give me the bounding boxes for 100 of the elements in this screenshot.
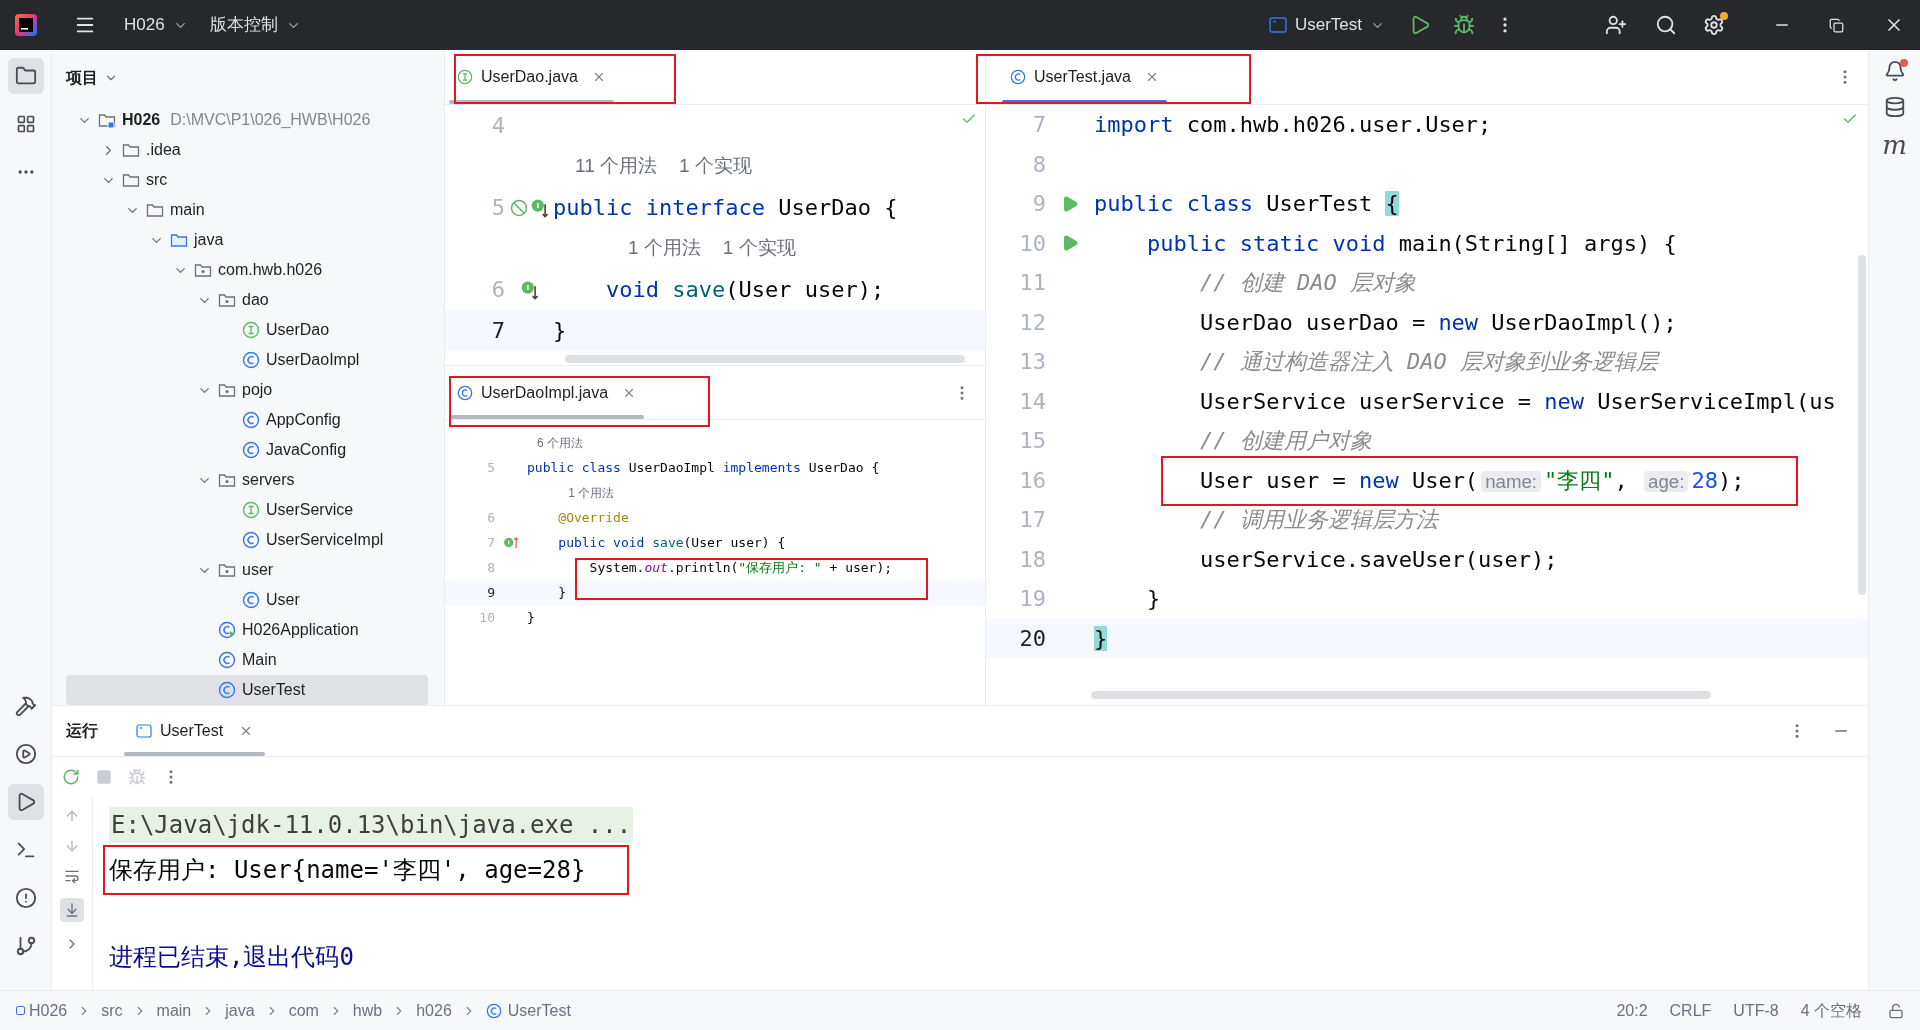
problems-icon[interactable]: [14, 887, 37, 909]
code-line: import com.hwb.h026.user.User;: [1094, 111, 1492, 140]
usage-hint[interactable]: 1 个用法: [568, 483, 615, 502]
class-icon: [218, 651, 236, 669]
line-number: 17: [1018, 506, 1046, 535]
add-user-icon[interactable]: [1605, 14, 1627, 36]
editor-tab[interactable]: UserDaoImpl.java: [445, 366, 649, 419]
tree-item[interactable]: src: [66, 165, 428, 195]
tree-item[interactable]: H026 D:\MVC\P1\026_HWB\H026: [66, 105, 428, 135]
database-icon[interactable]: [1883, 96, 1906, 118]
tree-item[interactable]: UserDao: [66, 315, 428, 345]
breadcrumb[interactable]: java: [225, 998, 255, 1023]
code-line: }: [527, 608, 535, 627]
wrap-icon[interactable]: [64, 868, 80, 884]
line-number: 13: [1018, 348, 1046, 377]
scroll-to-end-icon[interactable]: [64, 902, 80, 918]
implements-icon[interactable]: [502, 536, 520, 549]
notifications-icon[interactable]: [1883, 60, 1906, 82]
folder-icon[interactable]: [14, 65, 37, 87]
project-dropdown[interactable]: H026: [124, 12, 188, 38]
line-number: 9: [486, 583, 495, 602]
git-branch-icon[interactable]: [14, 935, 37, 957]
editor-tab[interactable]: UserDao.java: [445, 50, 618, 104]
tree-item[interactable]: dao: [66, 285, 428, 315]
package-icon: [194, 261, 212, 279]
tree-item[interactable]: H026Application: [66, 615, 428, 645]
tree-item[interactable]: Main: [66, 645, 428, 675]
run-tab[interactable]: UserTest: [124, 706, 266, 756]
maven-label[interactable]: m: [1882, 132, 1907, 158]
restore-icon[interactable]: [1829, 17, 1844, 33]
usage-hint[interactable]: 1 个实现: [679, 152, 752, 181]
folder-icon: [122, 141, 140, 159]
breadcrumb[interactable]: UserTest: [507, 998, 571, 1023]
line-number: 10: [1018, 229, 1046, 258]
scrollbar[interactable]: [1091, 691, 1711, 699]
breadcrumb[interactable]: h026: [416, 998, 452, 1023]
code-line: public static void main(String[] args) {: [1145, 229, 1677, 258]
window-icon: [1268, 17, 1287, 33]
implemented-icon[interactable]: [530, 196, 548, 219]
line-number: 7: [490, 317, 505, 345]
code-line: User user = new User( name: "李四", age: 28);: [1198, 466, 1745, 495]
tree-item[interactable]: com.hwb.h026: [66, 255, 428, 285]
tree-item[interactable]: User: [66, 585, 428, 615]
code-line: public class UserTest {: [1094, 190, 1399, 219]
tree-item[interactable]: .idea: [66, 135, 428, 165]
class-icon: [1010, 69, 1026, 85]
breadcrumb[interactable]: src: [101, 998, 123, 1023]
usage-hint[interactable]: 11 个用法: [575, 152, 657, 181]
tree-item[interactable]: user: [66, 555, 428, 585]
editor-tab[interactable]: UserTest.java: [998, 50, 1171, 104]
status-item[interactable]: 4 个空格: [1800, 998, 1862, 1023]
usage-hint[interactable]: 6 个用法: [537, 433, 583, 452]
code-line: UserService userService = new UserServiceImpl(us: [1198, 387, 1836, 416]
structure-icon[interactable]: [15, 114, 36, 134]
line-number: 19: [1018, 585, 1046, 614]
tree-item[interactable]: UserDaoImpl: [66, 345, 428, 375]
tree-item[interactable]: JavaConfig: [66, 435, 428, 465]
run-config-dropdown[interactable]: UserTest: [1268, 12, 1385, 38]
status-item[interactable]: 20:2: [1616, 998, 1648, 1023]
line-number: 5: [490, 194, 505, 222]
code-line: public void save(User user) {: [557, 533, 786, 552]
package-icon: [218, 471, 236, 489]
panel-title[interactable]: 项目: [66, 65, 98, 90]
tree-item[interactable]: AppConfig: [66, 405, 428, 435]
panel-title: 运行: [66, 721, 98, 741]
breadcrumb[interactable]: com: [288, 998, 319, 1023]
services-icon[interactable]: [14, 743, 37, 765]
status-item[interactable]: UTF-8: [1733, 998, 1779, 1023]
settings-icon[interactable]: [1703, 14, 1725, 36]
usage-hint[interactable]: 1 个用法: [628, 234, 701, 263]
tree-item[interactable]: main: [66, 195, 428, 225]
folder-icon: [170, 231, 188, 249]
tree-item[interactable]: pojo: [66, 375, 428, 405]
folder-icon: [122, 171, 140, 189]
tree-item[interactable]: UserTest: [66, 675, 428, 705]
breadcrumb[interactable]: main: [156, 998, 192, 1023]
class-icon: [242, 411, 260, 429]
usage-hint[interactable]: 1 个实现: [722, 234, 796, 263]
line-number: 6: [486, 508, 495, 527]
lock-open-icon[interactable]: [1888, 1002, 1904, 1019]
search-icon[interactable]: [1655, 14, 1677, 36]
breadcrumb[interactable]: H026: [29, 998, 68, 1023]
tree-item[interactable]: servers: [66, 465, 428, 495]
code-line: System.out.println("保存用户: " + user);: [588, 558, 893, 577]
tree-item[interactable]: java: [66, 225, 428, 255]
code-line: public interface UserDao {: [553, 194, 898, 222]
scrollbar[interactable]: [565, 355, 965, 363]
implemented-icon[interactable]: [520, 278, 538, 301]
tree-item[interactable]: UserServiceImpl: [66, 525, 428, 555]
app-logo-icon[interactable]: [14, 13, 38, 37]
debug-icon[interactable]: [1453, 14, 1475, 36]
tree-item[interactable]: UserService: [66, 495, 428, 525]
line-number: 4: [490, 112, 505, 140]
breadcrumb[interactable]: hwb: [352, 998, 383, 1023]
scrollbar[interactable]: [1858, 255, 1866, 595]
hammer-icon[interactable]: [14, 695, 37, 717]
vcs-dropdown[interactable]: 版本控制: [209, 12, 301, 38]
class-icon: [242, 531, 260, 549]
interface-icon: [457, 69, 473, 85]
status-item[interactable]: CRLF: [1669, 998, 1712, 1023]
